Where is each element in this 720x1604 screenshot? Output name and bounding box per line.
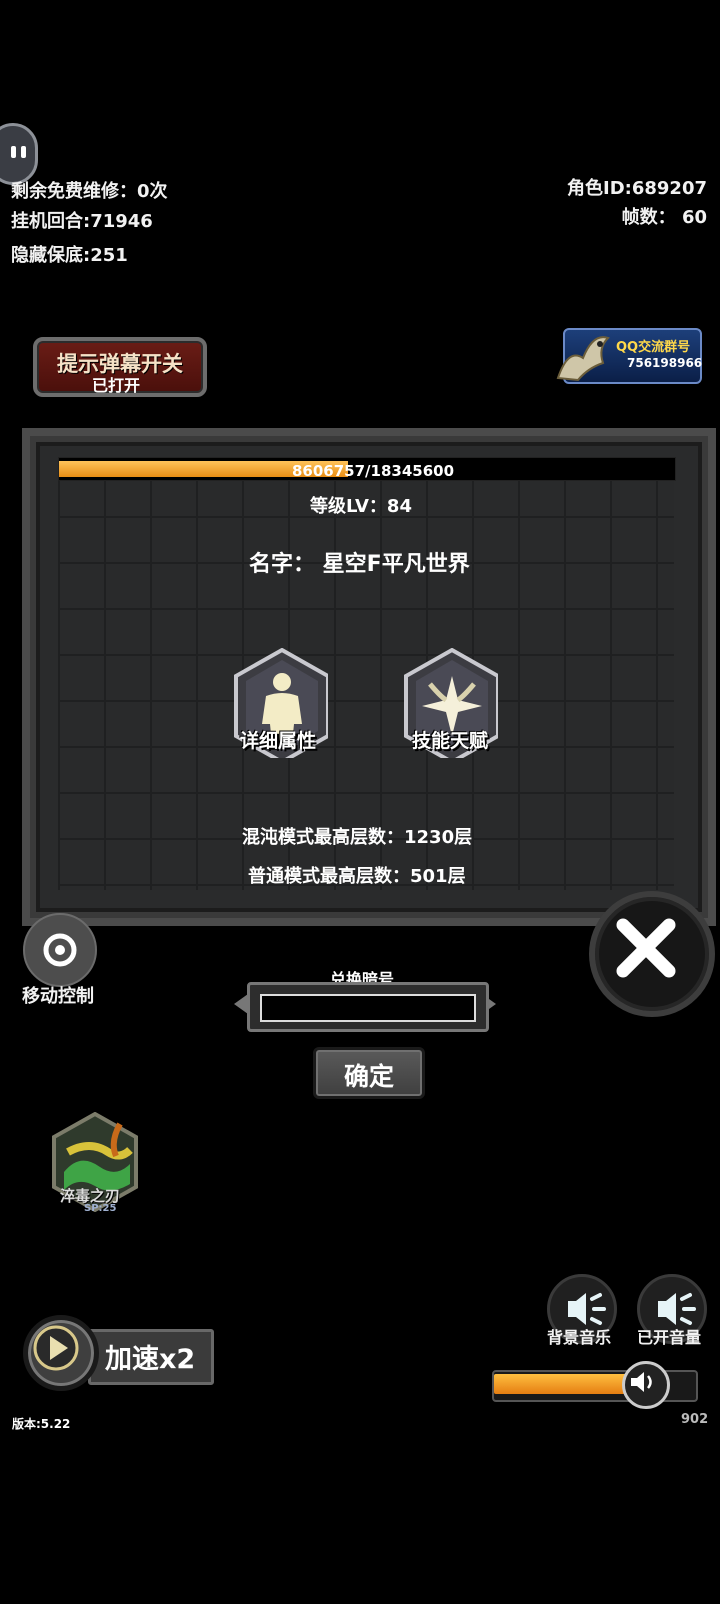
confirm-button[interactable]: 确定 bbox=[313, 1047, 425, 1099]
speed-label: 加速x2 bbox=[105, 1344, 196, 1375]
hidden-pity: 隐藏保底:251 bbox=[11, 245, 128, 266]
move-control-button[interactable] bbox=[23, 913, 97, 987]
character-name: 名字： 星空F平凡世界 bbox=[249, 552, 470, 577]
volume-slider-fill bbox=[494, 1374, 636, 1394]
eye-left-icon bbox=[11, 146, 16, 158]
joystick-icon bbox=[43, 933, 77, 967]
qq-group-title: QQ交流群号 bbox=[616, 340, 691, 355]
volume-value: 902 bbox=[681, 1412, 709, 1427]
fps-counter: 帧数： 60 bbox=[621, 207, 707, 228]
idle-rounds: 挂机回合:71946 bbox=[11, 211, 153, 232]
redeem-code-input[interactable] bbox=[260, 994, 476, 1022]
version-label: 版本:5.22 bbox=[12, 1417, 71, 1431]
skill-sp: SP:25 bbox=[84, 1203, 117, 1214]
skills-label: 技能天赋 bbox=[412, 730, 489, 752]
redeem-input-frame bbox=[247, 982, 489, 1032]
dragon-icon bbox=[556, 336, 610, 382]
xp-text: 8606757/18345600 bbox=[292, 462, 455, 480]
normal-mode-best: 普通模式最高层数：501层 bbox=[248, 866, 466, 887]
play-icon bbox=[33, 1325, 79, 1371]
details-button[interactable]: 详细属性 bbox=[232, 647, 332, 765]
chat-bubble-avatar[interactable] bbox=[0, 123, 38, 185]
qq-group-number: 756198966 bbox=[627, 356, 703, 370]
chaos-mode-best: 混沌模式最高层数：1230层 bbox=[242, 827, 473, 848]
volume-icon bbox=[631, 1372, 652, 1392]
bgm-label: 背景音乐 bbox=[547, 1328, 612, 1347]
volume-slider-knob[interactable] bbox=[622, 1361, 670, 1409]
skills-button[interactable]: 技能天赋 bbox=[402, 647, 502, 765]
hint-toggle-state: 已打开 bbox=[91, 376, 140, 395]
eye-right-icon bbox=[21, 146, 26, 158]
play-button[interactable] bbox=[23, 1315, 99, 1391]
speed-button[interactable]: 加速x2 bbox=[88, 1329, 214, 1385]
confirm-label: 确定 bbox=[343, 1062, 394, 1091]
close-button[interactable] bbox=[589, 891, 715, 1017]
close-icon bbox=[616, 918, 676, 978]
role-id: 角色ID:689207 bbox=[567, 178, 707, 199]
volume-label: 已开音量 bbox=[637, 1328, 702, 1347]
level-label: 等级LV：84 bbox=[310, 496, 412, 517]
details-label: 详细属性 bbox=[240, 730, 317, 752]
move-control-label: 移动控制 bbox=[22, 986, 94, 1007]
free-repair-count: 剩余免费维修：0次 bbox=[11, 181, 168, 202]
